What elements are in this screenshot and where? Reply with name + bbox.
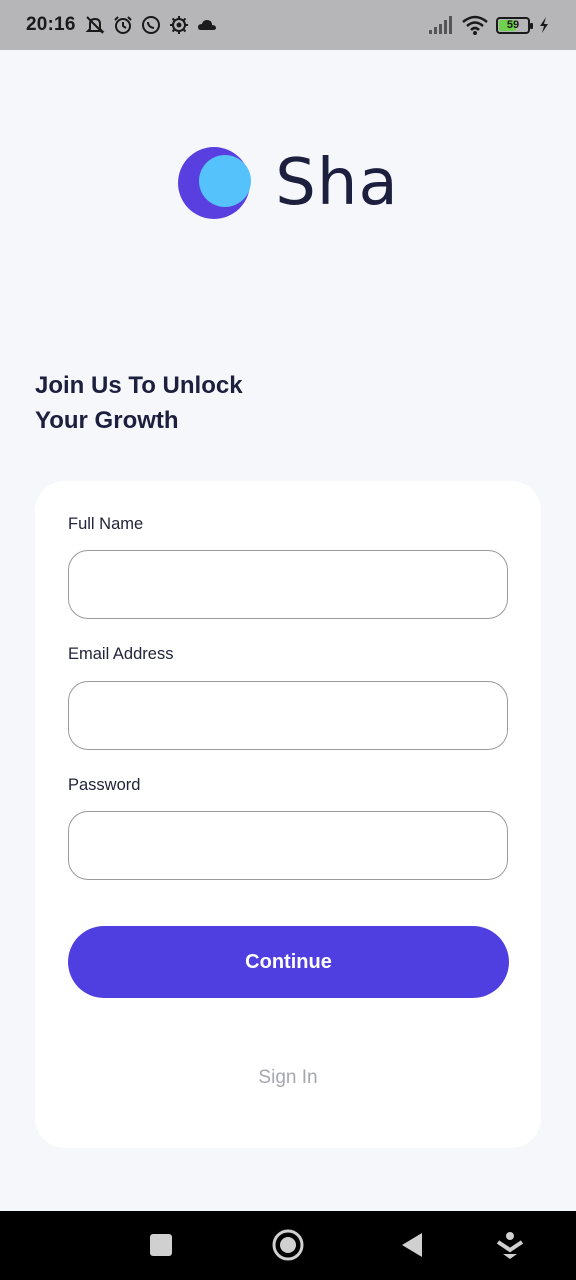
sign-in-link[interactable]: Sign In — [35, 1067, 541, 1089]
back-triangle-icon[interactable] — [398, 1228, 426, 1262]
password-label: Password — [68, 776, 141, 794]
full-name-label: Full Name — [68, 515, 144, 533]
battery-level: 59 — [506, 19, 520, 31]
system-nav-bar — [0, 1211, 576, 1280]
app-logo: Sha — [0, 145, 576, 221]
assistant-icon[interactable] — [495, 1228, 525, 1262]
page-heading: Join Us To Unlock Your Growth — [35, 368, 295, 438]
status-icons-left — [84, 14, 218, 36]
status-left: 20:16 — [26, 14, 218, 36]
full-name-input[interactable] — [68, 550, 508, 619]
password-input[interactable] — [68, 811, 508, 880]
email-label: Email Address — [68, 645, 174, 663]
signal-icon — [429, 16, 452, 34]
recents-square-icon[interactable] — [148, 1228, 174, 1262]
status-right: 59 — [428, 14, 550, 36]
whatsapp-icon — [141, 16, 160, 34]
heading-line-2: Your Growth — [35, 407, 179, 434]
muted-icon — [85, 16, 105, 34]
wifi-icon — [462, 15, 488, 35]
logo-text: Sha — [275, 146, 399, 220]
charging-icon — [540, 17, 548, 33]
battery-icon: 59 — [496, 16, 533, 34]
signup-card: Full Name Email Address Password Continu… — [35, 481, 541, 1148]
status-bar: 20:16 59 — [0, 0, 576, 50]
email-input[interactable] — [68, 681, 508, 750]
settings-gear-icon — [169, 16, 188, 34]
cloud-icon — [197, 20, 216, 30]
home-circle-icon[interactable] — [271, 1228, 305, 1262]
status-time: 20:16 — [26, 14, 76, 35]
logo-mark-icon — [178, 147, 252, 219]
heading-line-1: Join Us To Unlock — [35, 372, 243, 399]
alarm-icon — [113, 16, 132, 34]
continue-button[interactable]: Continue — [68, 926, 509, 998]
